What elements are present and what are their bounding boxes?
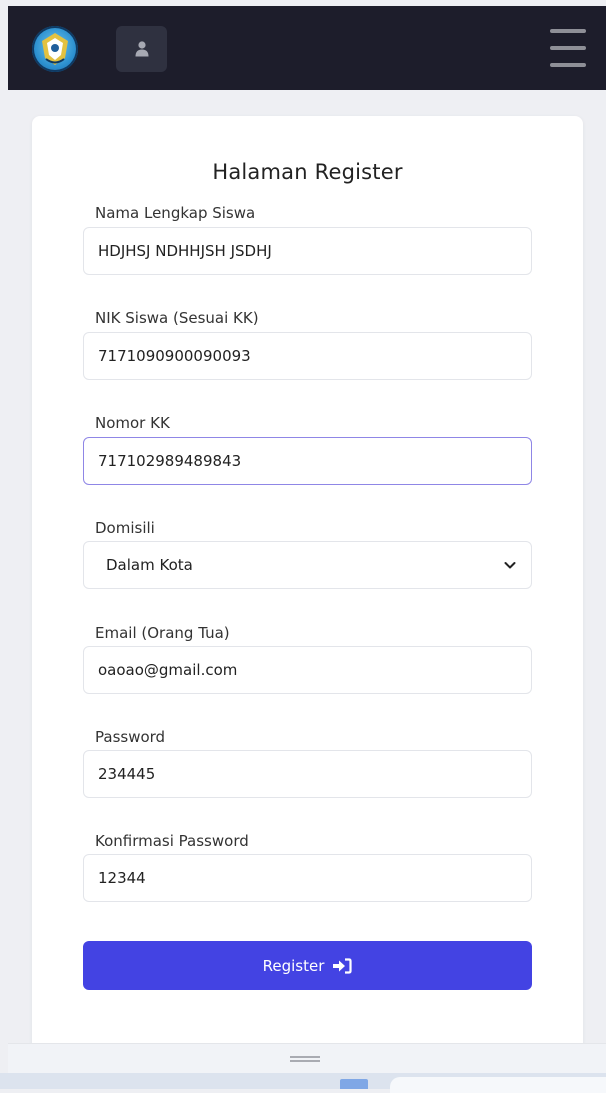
search-pill[interactable] bbox=[390, 1077, 606, 1093]
tut-wuri-handayani-logo-icon[interactable] bbox=[32, 26, 78, 72]
page-title: Halaman Register bbox=[212, 160, 403, 184]
drag-handle[interactable] bbox=[290, 1056, 320, 1062]
nama-value: HDJHSJ NDHHJSH JSDHJ bbox=[98, 242, 272, 260]
sign-in-icon bbox=[333, 957, 352, 974]
nama-input[interactable]: HDJHSJ NDHHJSH JSDHJ bbox=[83, 227, 532, 275]
nomor-kk-value: 717102989489843 bbox=[98, 452, 242, 470]
email-input[interactable]: oaoao@gmail.com bbox=[83, 646, 532, 694]
register-button-label: Register bbox=[262, 956, 325, 975]
domisili-select[interactable]: Dalam Kota bbox=[83, 541, 532, 589]
nik-label: NIK Siswa (Sesuai KK) bbox=[95, 309, 259, 327]
domisili-label: Domisili bbox=[95, 519, 155, 537]
register-card: Halaman Register Nama Lengkap Siswa HDJH… bbox=[32, 116, 583, 1076]
password-value: 234445 bbox=[98, 765, 156, 783]
domisili-value: Dalam Kota bbox=[106, 556, 193, 574]
window-icon[interactable] bbox=[340, 1079, 368, 1089]
nik-value: 7171090900090093 bbox=[98, 347, 251, 365]
user-icon bbox=[135, 41, 148, 57]
konfirmasi-password-label: Konfirmasi Password bbox=[95, 832, 249, 850]
nomor-kk-label: Nomor KK bbox=[95, 414, 170, 432]
email-value: oaoao@gmail.com bbox=[98, 661, 238, 679]
password-input[interactable]: 234445 bbox=[83, 750, 532, 798]
nik-input[interactable]: 7171090900090093 bbox=[83, 332, 532, 380]
user-profile-button[interactable] bbox=[116, 26, 167, 72]
konfirmasi-password-value: 12344 bbox=[98, 869, 146, 887]
top-navbar bbox=[8, 6, 606, 90]
konfirmasi-password-input[interactable]: 12344 bbox=[83, 854, 532, 902]
nama-label: Nama Lengkap Siswa bbox=[95, 204, 256, 222]
hamburger-menu-icon[interactable] bbox=[550, 26, 586, 70]
email-label: Email (Orang Tua) bbox=[95, 624, 230, 642]
taskbar bbox=[0, 1073, 606, 1093]
register-button[interactable]: Register bbox=[83, 941, 532, 990]
bottom-sheet-bar bbox=[8, 1043, 606, 1074]
nomor-kk-input[interactable]: 717102989489843 bbox=[83, 437, 532, 485]
password-label: Password bbox=[95, 728, 166, 746]
chevron-down-icon bbox=[504, 562, 516, 569]
